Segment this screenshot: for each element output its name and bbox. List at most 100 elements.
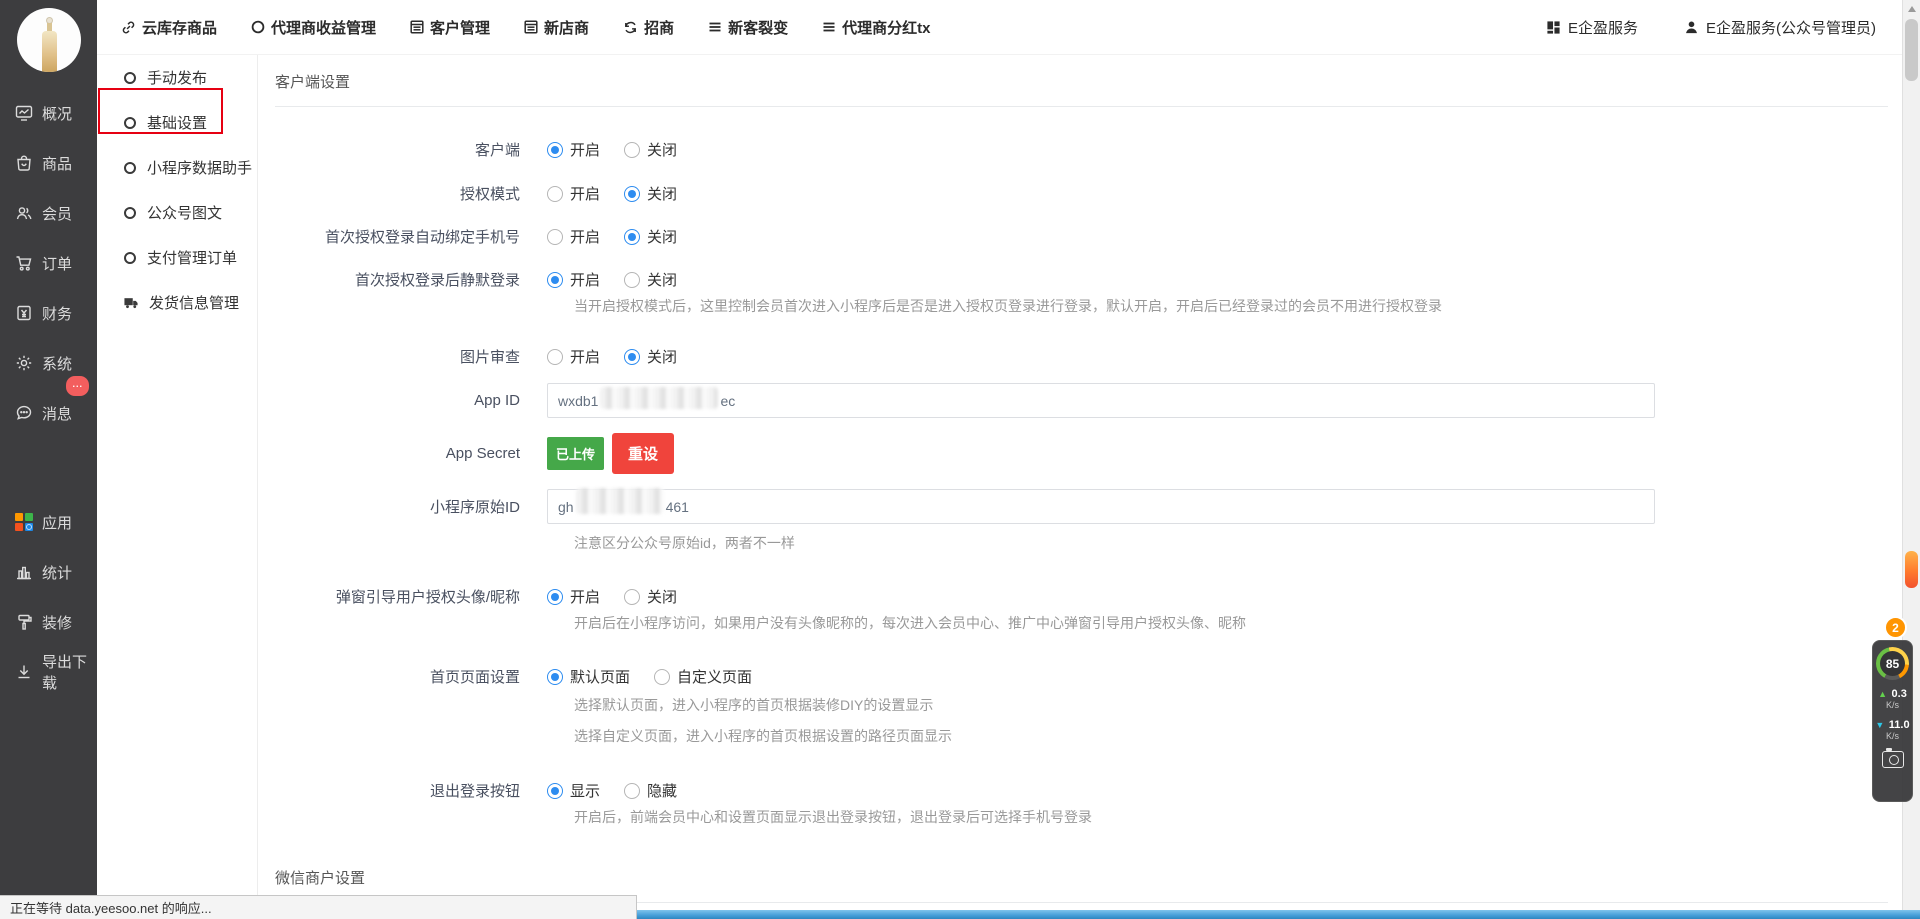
nav-item-investment[interactable]: 招商 [623,17,674,38]
sidebar-item-decorate[interactable]: 装修 [0,597,97,647]
radio-label[interactable]: 开启 [570,269,600,290]
app-id-input[interactable]: wxdb1 ec [547,383,1655,418]
score-value: 85 [1880,651,1905,676]
radio-off[interactable] [624,589,640,605]
nav-item-customer-mgmt[interactable]: 客户管理 [410,17,490,38]
avatar[interactable] [17,8,81,72]
sidebar-spacer [0,438,97,497]
list-icon [708,20,722,34]
radio-label[interactable]: 开启 [570,586,600,607]
submenu-label: 小程序数据助手 [147,157,252,178]
form-row-silent-login: 首次授权登录后静默登录 开启 关闭 [275,269,1888,290]
form-row-home-page: 首页页面设置 默认页面 自定义页面 [275,666,1888,687]
sidebar-item-finance[interactable]: 财务 [0,288,97,338]
account-entry[interactable]: E企盈服务(公众号管理员) [1684,17,1876,38]
sidebar-item-export[interactable]: 导出下载 [0,647,97,697]
sidebar-item-label: 统计 [42,562,72,583]
nav-item-new-shop[interactable]: 新店商 [524,17,589,38]
sidebar-item-message[interactable]: 消息 ... [0,388,97,438]
score-gauge: 85 [1876,647,1909,680]
radio-label[interactable]: 开启 [570,346,600,367]
radio-label[interactable]: 关闭 [647,346,677,367]
top-nav: 云库存商品 代理商收益管理 客户管理 新店商 招商 新客裂变 代理商分红tx [97,17,930,38]
sidebar-item-overview[interactable]: 概况 [0,88,97,138]
nav-label: 客户管理 [430,17,490,38]
radio-off[interactable] [624,229,640,245]
radio-on[interactable] [547,142,563,158]
scrollbar-up-arrow[interactable] [1903,0,1920,17]
radio-off[interactable] [624,272,640,288]
field-label: 首页页面设置 [275,666,547,687]
monitor-notification-badge[interactable]: 2 [1884,616,1907,639]
section-divider [275,106,1888,107]
radio-off[interactable] [624,186,640,202]
radio-off[interactable] [624,349,640,365]
raw-id-input[interactable]: gh 461 [547,489,1655,524]
radio-off[interactable] [624,142,640,158]
sidebar-item-members[interactable]: 会员 [0,188,97,238]
scrollbar-thumb[interactable] [1905,19,1918,81]
service-entry[interactable]: E企盈服务 [1546,17,1638,38]
list-icon [822,20,836,34]
sidebar-item-orders[interactable]: 订单 [0,238,97,288]
radio-label[interactable]: 关闭 [647,226,677,247]
radio-label[interactable]: 开启 [570,226,600,247]
radio-hide[interactable] [624,783,640,799]
radio-group: 开启 关闭 [547,183,701,204]
field-hint: 选择默认页面，进入小程序的首页根据装修DIY的设置显示 [574,695,933,715]
submenu-item-payment-orders[interactable]: 支付管理订单 [97,235,257,280]
radio-label[interactable]: 默认页面 [570,666,630,687]
circle-icon [124,117,136,129]
submenu-item-official-articles[interactable]: 公众号图文 [97,190,257,235]
radio-show[interactable] [547,783,563,799]
radio-on[interactable] [547,272,563,288]
form-row-client: 客户端 开启 关闭 [275,139,1888,160]
form-row-bind-phone: 首次授权登录自动绑定手机号 开启 关闭 [275,226,1888,247]
circle-icon [124,162,136,174]
message-badge: ... [66,376,89,396]
overview-icon [15,104,33,122]
screenshot-camera-icon[interactable] [1882,751,1904,768]
nav-item-fission[interactable]: 新客裂变 [708,17,788,38]
submenu-item-miniapp-data[interactable]: 小程序数据助手 [97,145,257,190]
raw-id-suffix: 461 [666,499,689,515]
radio-label[interactable]: 自定义页面 [677,666,752,687]
radio-label[interactable]: 显示 [570,780,600,801]
radio-label[interactable]: 关闭 [647,139,677,160]
radio-label[interactable]: 关闭 [647,269,677,290]
field-hint: 开启后，前端会员中心和设置页面显示退出登录按钮，退出登录后可选择手机号登录 [574,807,1092,827]
form-row-app-id: App ID wxdb1 ec [275,383,1888,418]
radio-label[interactable]: 关闭 [647,586,677,607]
reset-button[interactable]: 重设 [612,433,674,474]
radio-label[interactable]: 开启 [570,183,600,204]
sidebar-item-label: 概况 [42,103,72,124]
radio-on[interactable] [547,186,563,202]
radio-on[interactable] [547,589,563,605]
radio-default-page[interactable] [547,669,563,685]
radio-group: 开启 关闭 [547,269,701,290]
nav-label: 云库存商品 [142,17,217,38]
circle-icon [124,252,136,264]
radio-label[interactable]: 关闭 [647,183,677,204]
hint-row: 开启后在小程序访问，如果用户没有头像昵称的，每次进入会员中心、推广中心弹窗引导用… [275,613,1888,633]
submenu-item-manual-publish[interactable]: 手动发布 [97,55,257,100]
sidebar-item-apps[interactable]: 应用 [0,497,97,547]
sidebar-item-label: 导出下载 [42,651,97,693]
form-row-image-review: 图片审查 开启 关闭 [275,346,1888,367]
radio-on[interactable] [547,229,563,245]
nav-item-agent-bonus[interactable]: 代理商分红tx [822,17,930,38]
sidebar-item-goods[interactable]: 商品 [0,138,97,188]
section-title-wechat: 微信商户设置 [275,863,1888,888]
nav-item-cloud-stock[interactable]: 云库存商品 [121,17,217,38]
radio-label[interactable]: 隐藏 [647,780,677,801]
radio-custom-page[interactable] [654,669,670,685]
submenu-item-basic-settings[interactable]: 基础设置 [97,100,257,145]
sidebar-item-stats[interactable]: 统计 [0,547,97,597]
radio-label[interactable]: 开启 [570,139,600,160]
raw-id-prefix: gh [558,499,574,515]
censored-value [600,387,718,409]
submenu-item-shipping-info[interactable]: 发货信息管理 [97,280,257,325]
radio-on[interactable] [547,349,563,365]
nav-item-agent-income[interactable]: 代理商收益管理 [251,17,376,38]
network-monitor-widget[interactable]: 85 ▲ 0.3 K/s ▼ 11.0 K/s [1872,640,1913,802]
